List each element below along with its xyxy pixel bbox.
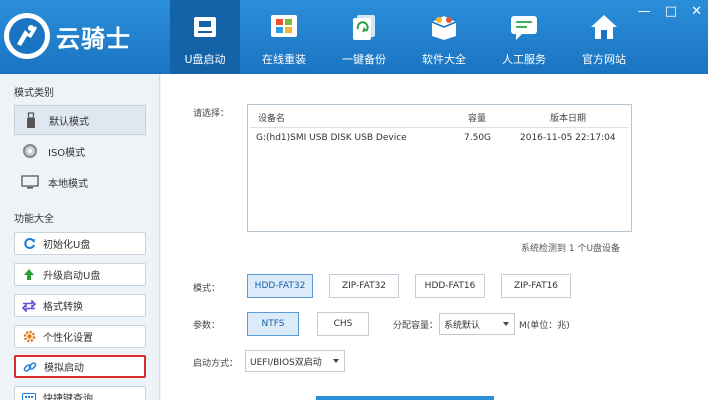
knight-logo-icon bbox=[4, 13, 50, 59]
maximize-icon[interactable]: □ bbox=[665, 5, 677, 18]
nav-online-reinstall[interactable]: 在线重装 bbox=[244, 0, 324, 74]
mode-zip-fat16[interactable]: ZIP-FAT16 bbox=[501, 274, 571, 298]
column-header-date: 版本日期 bbox=[550, 114, 587, 124]
backup-document-icon bbox=[347, 12, 381, 42]
chevron-down-icon bbox=[333, 359, 339, 363]
link-icon bbox=[16, 360, 44, 374]
function-label: 快捷键查询 bbox=[43, 394, 93, 400]
mode-label: 本地模式 bbox=[48, 178, 88, 190]
param-label: 参数： bbox=[193, 321, 221, 331]
shortcut-key-query-button[interactable]: 快捷键查询 bbox=[14, 386, 146, 400]
function-label: 升级启动U盘 bbox=[43, 271, 101, 282]
mode-label: ISO模式 bbox=[48, 147, 86, 159]
mode-zip-fat32[interactable]: ZIP-FAT32 bbox=[329, 274, 399, 298]
nav-usb-boot[interactable]: U盘启动 bbox=[170, 0, 240, 74]
device-list[interactable]: 设备名 容量 版本日期 G:(hd1)SMI USB DISK USB Devi… bbox=[247, 104, 632, 232]
mode-label: 模式： bbox=[193, 284, 221, 294]
software-box-icon bbox=[427, 12, 461, 42]
device-name: G:(hd1)SMI USB DISK USB Device bbox=[256, 133, 407, 143]
chat-service-icon bbox=[507, 12, 541, 42]
start-button[interactable] bbox=[316, 396, 494, 400]
function-list-title: 功能大全 bbox=[14, 214, 54, 225]
monitor-icon bbox=[14, 175, 46, 189]
app-logo: 云骑士 bbox=[4, 12, 131, 60]
usb-drive-icon bbox=[188, 12, 222, 42]
alloc-unit-label: M(单位：兆) bbox=[519, 321, 570, 331]
nav-label: 人工服务 bbox=[502, 53, 546, 66]
refresh-icon bbox=[15, 237, 43, 250]
init-usb-button[interactable]: 初始化U盘 bbox=[14, 232, 146, 255]
top-nav: U盘启动 在线重装 一键备份 软件大全 人工服务 官方网站 bbox=[170, 0, 644, 74]
mode-hdd-fat32[interactable]: HDD-FAT32 bbox=[247, 274, 313, 298]
header-divider bbox=[250, 127, 629, 128]
nav-label: 在线重装 bbox=[262, 53, 306, 66]
boot-method-select[interactable]: UEFI/BIOS双启动 bbox=[245, 350, 345, 372]
nav-one-click-backup[interactable]: 一键备份 bbox=[324, 0, 404, 74]
function-label: 个性化设置 bbox=[43, 333, 93, 344]
device-date: 2016-11-05 22:17:04 bbox=[520, 133, 616, 143]
mode-iso[interactable]: ISO模式 bbox=[14, 136, 146, 166]
mode-local[interactable]: 本地模式 bbox=[14, 167, 146, 197]
nav-label: 软件大全 bbox=[422, 53, 466, 66]
function-label: 初始化U盘 bbox=[43, 240, 91, 251]
mode-category-title: 模式类别 bbox=[14, 88, 54, 99]
column-header-capacity: 容量 bbox=[468, 114, 487, 124]
alloc-capacity-label: 分配容量： bbox=[393, 321, 439, 331]
select-device-label: 请选择： bbox=[193, 109, 230, 119]
window-controls: — □ ✕ bbox=[638, 5, 702, 18]
boot-method-value: UEFI/BIOS双启动 bbox=[250, 357, 322, 368]
windows-logo-icon bbox=[267, 12, 301, 42]
alloc-capacity-value: 系统默认 bbox=[444, 320, 481, 331]
keyboard-icon bbox=[15, 392, 43, 400]
personalize-settings-button[interactable]: 个性化设置 bbox=[14, 325, 146, 348]
gear-icon bbox=[15, 330, 43, 343]
mode-label: 默认模式 bbox=[49, 116, 89, 128]
close-icon[interactable]: ✕ bbox=[691, 5, 702, 18]
column-header-device: 设备名 bbox=[258, 114, 286, 124]
upgrade-boot-usb-button[interactable]: 升级启动U盘 bbox=[14, 263, 146, 286]
simulate-boot-button[interactable]: 模拟启动 bbox=[14, 355, 146, 378]
app-title: 云骑士 bbox=[56, 24, 131, 53]
detection-status: 系统检测到 1 个U盘设备 bbox=[521, 244, 621, 254]
nav-label: U盘启动 bbox=[184, 53, 226, 66]
nav-label: 官方网站 bbox=[582, 53, 626, 66]
home-icon bbox=[587, 12, 621, 42]
mode-default[interactable]: 默认模式 bbox=[14, 105, 146, 135]
function-label: 模拟启动 bbox=[44, 363, 84, 374]
param-ntfs[interactable]: NTFS bbox=[247, 312, 299, 336]
arrow-up-icon bbox=[15, 268, 43, 281]
alloc-capacity-select[interactable]: 系统默认 bbox=[439, 313, 515, 335]
swap-arrows-icon bbox=[15, 299, 43, 312]
minimize-icon[interactable]: — bbox=[638, 5, 651, 18]
nav-manual-service[interactable]: 人工服务 bbox=[484, 0, 564, 74]
param-chs[interactable]: CHS bbox=[317, 312, 369, 336]
mode-hdd-fat16[interactable]: HDD-FAT16 bbox=[415, 274, 485, 298]
nav-software[interactable]: 软件大全 bbox=[404, 0, 484, 74]
disc-icon bbox=[14, 143, 46, 159]
format-convert-button[interactable]: 格式转换 bbox=[14, 294, 146, 317]
function-label: 格式转换 bbox=[43, 302, 83, 313]
device-capacity: 7.50G bbox=[464, 133, 492, 143]
header-bar: 云骑士 U盘启动 在线重装 一键备份 软件大全 人工服务 官方网站 — □ ✕ bbox=[0, 0, 708, 74]
nav-official-site[interactable]: 官方网站 bbox=[564, 0, 644, 74]
chevron-down-icon bbox=[503, 322, 509, 326]
nav-label: 一键备份 bbox=[342, 53, 386, 66]
boot-method-label: 启动方式： bbox=[193, 359, 239, 369]
sidebar: 模式类别 默认模式 ISO模式 本地模式 功能大全 初始化U盘 升级启动U盘 格… bbox=[0, 74, 160, 400]
usb-stick-icon bbox=[15, 112, 47, 128]
main-panel: 请选择： 设备名 容量 版本日期 G:(hd1)SMI USB DISK USB… bbox=[161, 74, 708, 400]
